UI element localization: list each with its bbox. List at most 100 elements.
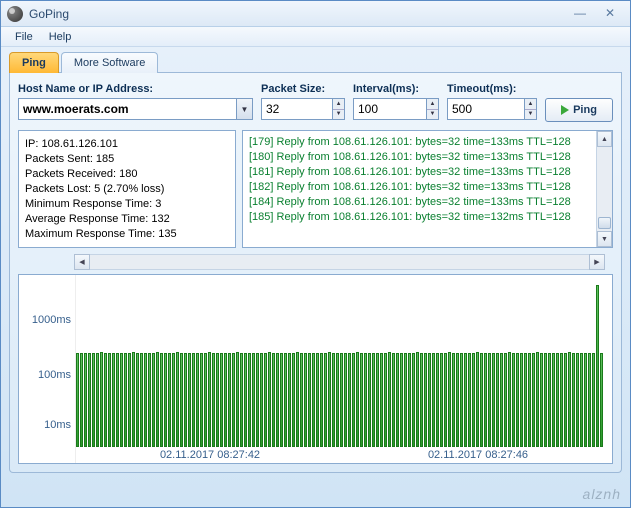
stats-panel: IP: 108.61.126.101 Packets Sent: 185 Pac… bbox=[18, 130, 236, 248]
log-line: [181] Reply from 108.61.126.101: bytes=3… bbox=[249, 165, 590, 180]
window-title: GoPing bbox=[29, 7, 69, 21]
chart-bar bbox=[324, 353, 327, 447]
packet-size-spinner[interactable]: ▲▼ bbox=[333, 98, 345, 120]
chart-hscroll[interactable]: ◀ ▶ bbox=[74, 254, 605, 270]
ping-button[interactable]: Ping bbox=[545, 98, 613, 122]
minimize-button[interactable]: — bbox=[566, 6, 594, 22]
scroll-track[interactable] bbox=[597, 147, 612, 231]
chart-bar bbox=[276, 353, 279, 447]
chart-bar bbox=[484, 353, 487, 447]
chart-bar bbox=[428, 353, 431, 447]
chart-plot: 02.11.2017 08:27:42 02.11.2017 08:27:46 bbox=[75, 275, 612, 463]
chart-bar bbox=[316, 353, 319, 447]
menu-file[interactable]: File bbox=[7, 29, 41, 45]
host-dropdown-button[interactable]: ▼ bbox=[237, 98, 253, 120]
close-button[interactable]: ✕ bbox=[596, 6, 624, 22]
timeout-input[interactable] bbox=[447, 98, 525, 120]
chart-bar bbox=[380, 353, 383, 447]
chart-bar bbox=[512, 353, 515, 447]
chart-bar bbox=[432, 353, 435, 447]
chart-bar bbox=[128, 353, 131, 447]
chart-bar bbox=[268, 352, 271, 447]
tab-body-ping: Host Name or IP Address: ▼ Packet Size: … bbox=[9, 73, 622, 473]
stat-max: Maximum Response Time: 135 bbox=[25, 227, 229, 242]
scroll-thumb[interactable] bbox=[598, 217, 611, 229]
chart-bar bbox=[476, 352, 479, 447]
chart-bar bbox=[456, 353, 459, 447]
chart-bar bbox=[504, 353, 507, 447]
chart-bar bbox=[96, 353, 99, 447]
chart-bar bbox=[136, 353, 139, 447]
hscroll-track[interactable] bbox=[90, 254, 589, 270]
chart-bar bbox=[480, 353, 483, 447]
chart-bar bbox=[356, 352, 359, 447]
log-panel: [179] Reply from 108.61.126.101: bytes=3… bbox=[242, 130, 613, 248]
chart-bar bbox=[388, 352, 391, 447]
chart-bar bbox=[488, 353, 491, 447]
chart-bar bbox=[336, 353, 339, 447]
interval-spinner[interactable]: ▲▼ bbox=[427, 98, 439, 120]
chart-bar bbox=[384, 353, 387, 447]
chart-bar bbox=[524, 353, 527, 447]
chart-bar bbox=[220, 353, 223, 447]
chart-yaxis: 1000ms 100ms 10ms bbox=[19, 275, 75, 463]
response-chart: 1000ms 100ms 10ms 02.11.2017 08:27:42 02… bbox=[18, 274, 613, 464]
chart-bar bbox=[172, 353, 175, 447]
chart-bar bbox=[180, 353, 183, 447]
chart-bar bbox=[532, 353, 535, 447]
chart-bar bbox=[372, 353, 375, 447]
scroll-up-button[interactable]: ▲ bbox=[597, 131, 612, 147]
chart-bar bbox=[216, 353, 219, 447]
log-line: [179] Reply from 108.61.126.101: bytes=3… bbox=[249, 135, 590, 150]
interval-input[interactable] bbox=[353, 98, 427, 120]
chart-bar bbox=[560, 353, 563, 447]
tab-ping[interactable]: Ping bbox=[9, 52, 59, 73]
chart-bar bbox=[348, 353, 351, 447]
chart-bar bbox=[580, 353, 583, 447]
stat-min: Minimum Response Time: 3 bbox=[25, 197, 229, 212]
xtick: 02.11.2017 08:27:46 bbox=[428, 449, 528, 461]
timeout-label: Timeout(ms): bbox=[447, 83, 537, 95]
chart-bar bbox=[240, 353, 243, 447]
chart-bar bbox=[328, 352, 331, 447]
log-line: [185] Reply from 108.61.126.101: bytes=3… bbox=[249, 210, 590, 225]
stat-lost: Packets Lost: 5 (2.70% loss) bbox=[25, 182, 229, 197]
chart-bar bbox=[192, 353, 195, 447]
chart-bar bbox=[416, 352, 419, 447]
chart-bar bbox=[244, 353, 247, 447]
chart-bar bbox=[572, 353, 575, 447]
host-input[interactable] bbox=[18, 98, 237, 120]
menu-help[interactable]: Help bbox=[41, 29, 80, 45]
chart-bar bbox=[412, 353, 415, 447]
log-scrollbar[interactable]: ▲ ▼ bbox=[596, 131, 612, 247]
chart-bar bbox=[200, 353, 203, 447]
chart-bar bbox=[400, 353, 403, 447]
hscroll-left-button[interactable]: ◀ bbox=[74, 254, 90, 270]
chart-bar bbox=[424, 353, 427, 447]
log-line: [180] Reply from 108.61.126.101: bytes=3… bbox=[249, 150, 590, 165]
chart-bar bbox=[92, 353, 95, 447]
chart-bar bbox=[224, 353, 227, 447]
packet-size-input[interactable] bbox=[261, 98, 333, 120]
tab-more-software[interactable]: More Software bbox=[61, 52, 159, 73]
chart-bar bbox=[452, 353, 455, 447]
chart-bar bbox=[500, 353, 503, 447]
log-output: [179] Reply from 108.61.126.101: bytes=3… bbox=[243, 131, 596, 247]
chart-bar bbox=[88, 353, 91, 447]
log-line: [182] Reply from 108.61.126.101: bytes=3… bbox=[249, 180, 590, 195]
chart-bar bbox=[376, 353, 379, 447]
timeout-spinner[interactable]: ▲▼ bbox=[525, 98, 537, 120]
scroll-down-button[interactable]: ▼ bbox=[597, 231, 612, 247]
chart-bar bbox=[292, 353, 295, 447]
app-icon bbox=[7, 6, 23, 22]
log-line: [184] Reply from 108.61.126.101: bytes=3… bbox=[249, 195, 590, 210]
chart-bar bbox=[548, 353, 551, 447]
chart-bar bbox=[312, 353, 315, 447]
chart-bar bbox=[576, 353, 579, 447]
chart-bar bbox=[444, 353, 447, 447]
chart-bar bbox=[252, 353, 255, 447]
stat-sent: Packets Sent: 185 bbox=[25, 152, 229, 167]
hscroll-right-button[interactable]: ▶ bbox=[589, 254, 605, 270]
chart-bar bbox=[104, 353, 107, 447]
chart-bar bbox=[540, 353, 543, 447]
